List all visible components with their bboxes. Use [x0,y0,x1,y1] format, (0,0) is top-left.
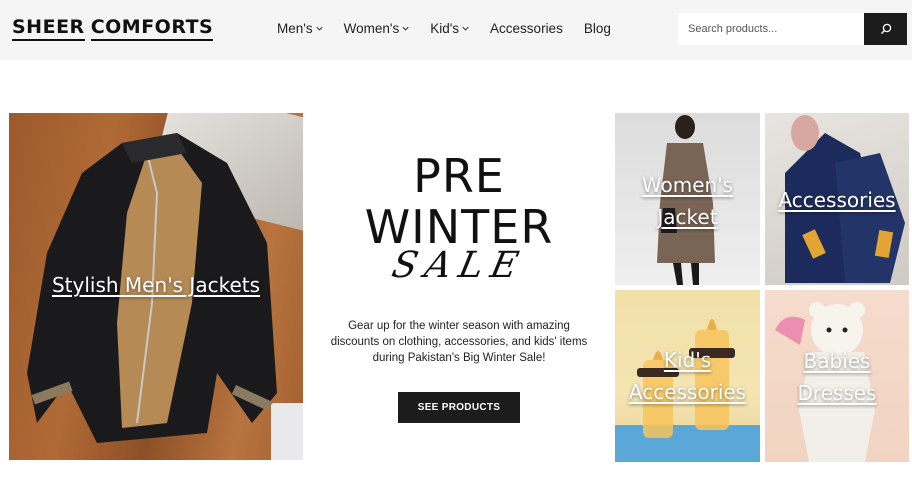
womens-jacket-tile[interactable]: Women's Jacket [615,113,760,285]
nav-label: Accessories [490,21,563,36]
promo-description: Gear up for the winter season with amazi… [330,320,588,364]
main-nav: Men's Women's Kid's Accessories Blog [277,21,632,36]
search-button[interactable] [864,13,907,45]
logo-word-2: COMFORTS [90,16,214,41]
kids-accessories-title[interactable]: Kid's Accessories [615,344,760,408]
promo-heading: PRE WINTER SALE [318,149,600,286]
chevron-down-icon [462,26,469,31]
nav-label: Women's [343,21,400,36]
site-logo[interactable]: SHEER COMFORTS [12,16,214,41]
logo-word-1: SHEER [12,16,85,41]
accessories-title[interactable]: Accessories [765,184,909,216]
accessories-tile[interactable]: Accessories [765,113,909,285]
nav-label: Blog [583,21,611,36]
kids-accessories-tile[interactable]: Kid's Accessories [615,290,760,462]
nav-item-kids[interactable]: Kid's [430,21,469,36]
womens-jacket-title[interactable]: Women's Jacket [615,169,760,233]
promo-line-pre: PRE [413,149,505,203]
nav-label: Men's [277,21,313,36]
nav-item-womens[interactable]: Women's [344,21,410,36]
mens-jackets-card[interactable]: Stylish Men's Jackets [9,113,303,460]
chevron-down-icon [315,26,323,31]
search-icon [880,23,891,34]
see-products-button[interactable]: SEE PRODUCTS [398,392,520,423]
nav-item-accessories[interactable]: Accessories [490,21,563,36]
chevron-down-icon [402,26,409,31]
search-input[interactable] [678,13,864,45]
babies-dresses-title[interactable]: Babies Dresses [765,345,909,409]
site-header: SHEER COMFORTS Men's Women's Kid's Access… [0,0,912,60]
promo-line-sale: SALE [388,245,530,286]
nav-label: Kid's [430,21,460,36]
nav-item-blog[interactable]: Blog [584,21,611,36]
babies-dresses-tile[interactable]: Babies Dresses [765,290,909,462]
nav-item-mens[interactable]: Men's [277,21,323,36]
mens-jackets-title[interactable]: Stylish Men's Jackets [9,273,303,297]
